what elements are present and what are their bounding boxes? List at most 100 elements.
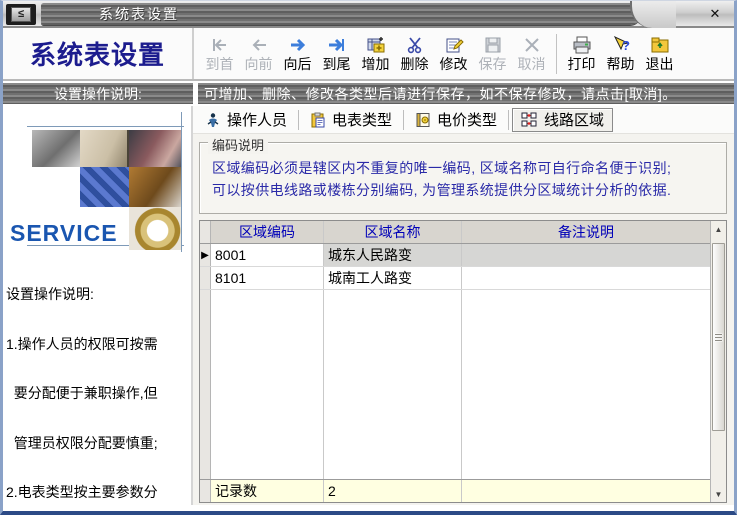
svg-text:?: ? [622,38,630,53]
empty-code-col [211,290,324,479]
photo-watch-hand [129,167,181,207]
scrollbar-track[interactable] [711,237,727,486]
close-button[interactable]: ✕ [704,5,726,23]
footer-indicator-cell [200,480,211,502]
modify-icon [444,34,464,56]
scroll-up-arrow-icon[interactable]: ▲ [711,221,727,237]
column-header-name[interactable]: 区域名称 [324,221,462,243]
groupbox-note-line2: 可以按供电线路或楼栋分别编码, 为管理系统提供分区域统计分析的依据. [212,179,716,201]
code-description-groupbox: 编码说明 区域编码必须是辖区内不重复的唯一编码, 区域名称可自行命名便于识别; … [199,142,727,214]
cell-region-code[interactable]: 8101 [211,267,324,289]
table-empty-area [200,290,710,479]
tab-meter-types[interactable]: 电表类型 [302,108,400,132]
title-curve-decor [630,1,676,28]
delete-button[interactable]: 删除 [395,31,434,77]
table-row[interactable]: ▶ 8001 城东人民路变 [200,244,710,267]
tab-bar: 操作人员 电表类型 电价类型 [193,106,734,134]
record-count-value: 2 [324,480,462,502]
toolbar-buttons: 到首 向前 向后 到尾 [194,28,679,79]
instruction-line: 管理员权限分配要慎重; [6,435,193,452]
photo-pencils [129,130,181,167]
save-button[interactable]: 保存 [473,31,512,77]
tab-separator [298,110,299,130]
toolbar-separator [556,34,557,74]
scrollbar-thumb[interactable] [712,243,725,431]
left-sidebar: SERVICE 设置操作说明: 1.操作人员的权限可按需 要分配便于兼职操作,但… [3,106,193,505]
clipboard-icon [310,112,326,128]
row-indicator-cell [200,267,211,289]
table-footer-row: 记录数 2 [200,479,710,502]
cancel-button[interactable]: 取消 [512,31,551,77]
book-icon [415,112,431,128]
cell-region-note[interactable] [462,244,710,266]
groupbox-note-line1: 区域编码必须是辖区内不重复的唯一编码, 区域名称可自行命名便于识别; [212,157,716,179]
tab-label: 电表类型 [332,109,392,130]
toolbar: 系统表设置 到首 向前 向后 [3,28,734,81]
tab-price-types[interactable]: 电价类型 [407,108,505,132]
tab-operators[interactable]: 操作人员 [197,108,295,132]
person-icon [205,112,221,128]
region-table: 区域编码 区域名称 备注说明 ▶ 8001 城东人民路变 8101 城南工人路变 [199,220,727,503]
page-title: 系统表设置 [3,28,194,79]
section-headers: 设置操作说明: 可增加、删除、修改各类型后请进行保存，如不保存修改，请点击[取消… [3,83,734,104]
instruction-line: 要分配便于兼职操作,但 [6,385,193,402]
add-icon [366,34,386,56]
next-icon [288,34,308,56]
tab-separator [508,110,509,130]
modify-button[interactable]: 修改 [434,31,473,77]
boxes-icon [521,112,538,128]
main-content: SERVICE 设置操作说明: 1.操作人员的权限可按需 要分配便于兼职操作,但… [3,106,734,505]
exit-button[interactable]: 退出 [640,31,679,77]
record-count-label: 记录数 [211,480,324,502]
region-table-body: 区域编码 区域名称 备注说明 ▶ 8001 城东人民路变 8101 城南工人路变 [200,221,710,502]
left-panel-header: 设置操作说明: [3,83,193,104]
table-header-row: 区域编码 区域名称 备注说明 [200,221,710,244]
delete-icon [406,34,424,56]
right-panel: 操作人员 电表类型 电价类型 [193,106,734,505]
cancel-icon [523,34,541,56]
tab-label: 线路区域 [544,109,604,130]
column-header-note[interactable]: 备注说明 [462,221,710,243]
groupbox-title: 编码说明 [208,135,268,154]
print-button[interactable]: 打印 [562,31,601,77]
service-label: SERVICE [10,220,118,247]
instruction-line: 设置操作说明: [6,286,193,303]
first-button[interactable]: 到首 [200,31,239,77]
service-collage: SERVICE [3,106,193,252]
app-window: 系统表设置 ≤ ✕ 系统表设置 到首 向前 [0,0,737,515]
row-selected-marker: ▶ [200,244,211,266]
cell-region-name[interactable]: 城东人民路变 [324,244,462,266]
window-title: 系统表设置 [99,4,179,24]
tab-label: 电价类型 [437,109,497,130]
tab-label: 操作人员 [227,109,287,130]
photo-tools [32,130,80,167]
cell-region-note[interactable] [462,267,710,289]
tab-line-regions[interactable]: 线路区域 [512,108,613,132]
app-logo-icon: ≤ [11,7,31,22]
empty-name-col [324,290,462,479]
instructions-text: 设置操作说明: 1.操作人员的权限可按需 要分配便于兼职操作,但 管理员权限分配… [6,253,193,505]
vertical-scrollbar[interactable]: ▲ ▼ [710,221,726,502]
photo-pen [80,130,129,167]
prev-button[interactable]: 向前 [239,31,278,77]
next-button[interactable]: 向后 [278,31,317,77]
collage-line-right [181,112,182,252]
column-header-code[interactable]: 区域编码 [211,221,324,243]
prev-icon [249,34,269,56]
table-row[interactable]: 8101 城南工人路变 [200,267,710,290]
first-icon [210,34,230,56]
last-button[interactable]: 到尾 [317,31,356,77]
add-button[interactable]: 增加 [356,31,395,77]
collage-line-top [27,126,184,127]
cell-region-name[interactable]: 城南工人路变 [324,267,462,289]
hint-message: 可增加、删除、修改各类型后请进行保存，如不保存修改，请点击[取消]。 [198,83,734,104]
indicator-header-cell [200,221,211,243]
tab-separator [403,110,404,130]
app-icon: ≤ [6,4,36,25]
cell-region-code[interactable]: 8001 [211,244,324,266]
help-button[interactable]: ? 帮助 [601,31,640,77]
save-icon [484,34,502,56]
scroll-down-arrow-icon[interactable]: ▼ [711,486,727,502]
photo-pocket-watch [129,207,181,250]
exit-icon [650,34,670,56]
